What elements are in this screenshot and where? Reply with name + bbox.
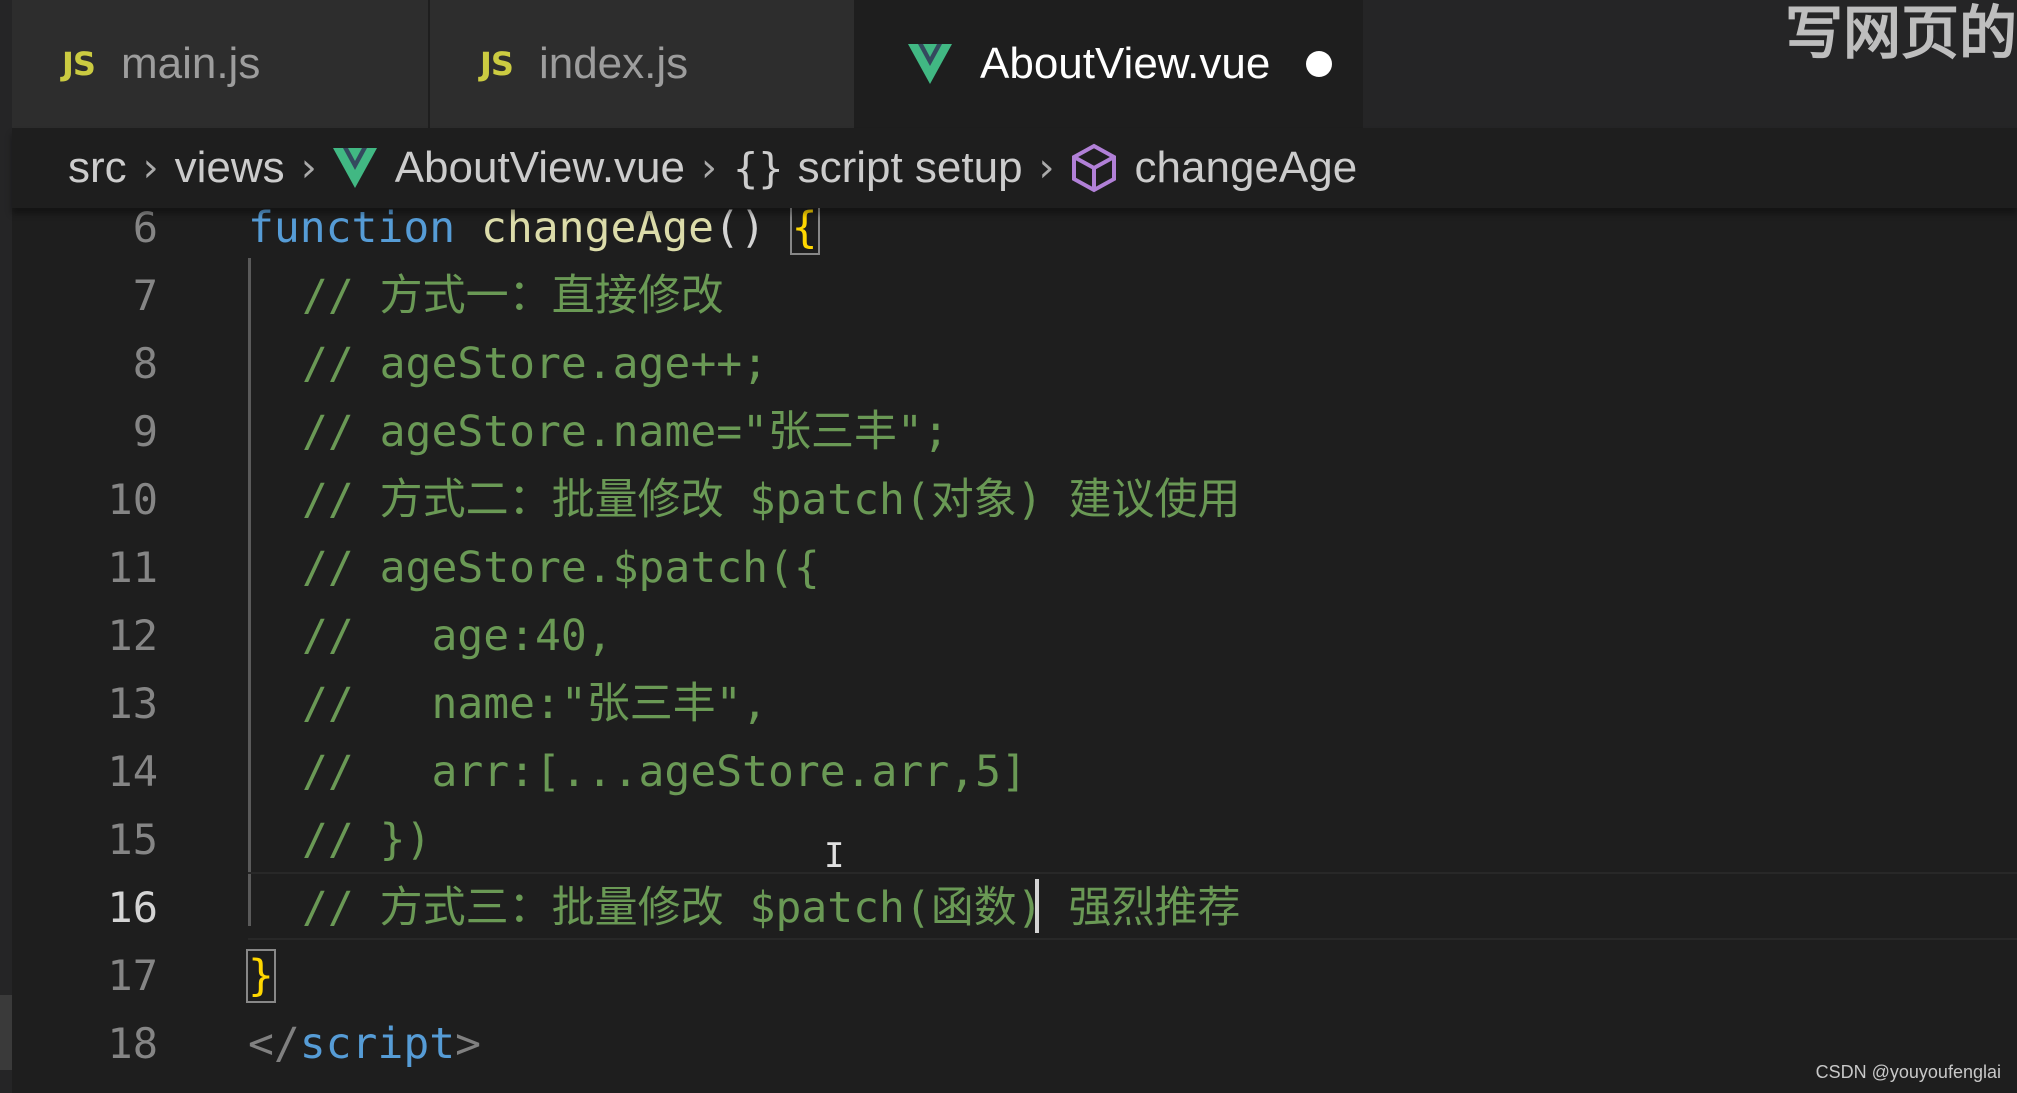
breadcrumb-item-changeage[interactable]: changeAge (1135, 143, 1358, 193)
line-number: 7 (132, 271, 158, 320)
code-line[interactable]: 7 // 方式一：直接修改 (12, 262, 2017, 330)
unsaved-dot-icon[interactable] (1306, 51, 1333, 77)
breadcrumb-item-views[interactable]: views (175, 143, 285, 193)
code-line[interactable]: 16 // 方式三：批量修改 $patch(函数) 强烈推荐 (12, 874, 2017, 942)
code-token: > (455, 1019, 482, 1069)
code-text: </script> (248, 1010, 481, 1078)
line-number: 9 (132, 407, 158, 456)
chevron-right-icon: › (142, 145, 159, 191)
code-line[interactable]: 12 // age:40, (12, 602, 2017, 670)
code-token: { (789, 208, 820, 255)
line-number: 10 (107, 475, 158, 524)
braces-icon: {} (732, 143, 784, 193)
line-number: 11 (107, 543, 158, 592)
code-line[interactable]: 18 </script> (12, 1010, 2017, 1078)
line-number: 8 (132, 339, 158, 388)
breadcrumb-item-script-setup[interactable]: script setup (798, 143, 1023, 193)
code-token: // 方式二：批量修改 $patch(对象) 建议使用 (302, 475, 1241, 525)
breadcrumb-item-src[interactable]: src (68, 143, 127, 193)
scroll-marker (0, 995, 12, 1070)
code-text: // age:40, (302, 602, 613, 670)
code-text: // ageStore.$patch({ (302, 534, 820, 602)
line-number: 12 (107, 611, 158, 660)
code-line[interactable]: 8 // ageStore.age++; (12, 330, 2017, 398)
tab-main-js[interactable]: JS main.js (12, 0, 430, 128)
vue-icon (908, 44, 952, 84)
breadcrumb-item-file[interactable]: AboutView.vue (395, 143, 685, 193)
code-text: // 方式一：直接修改 (302, 262, 724, 330)
chevron-right-icon: › (300, 145, 317, 191)
code-line[interactable]: 15 // }) (12, 806, 2017, 874)
line-number: 13 (107, 679, 158, 728)
code-text: // name:"张三丰", (302, 670, 768, 738)
tab-label: index.js (538, 39, 689, 88)
line-number: 18 (107, 1019, 158, 1068)
code-line[interactable]: 13 // name:"张三丰", (12, 670, 2017, 738)
code-text: // 方式三：批量修改 $patch(函数) 强烈推荐 (302, 874, 1241, 942)
code-token: // }) (302, 815, 432, 865)
mouse-ibeam-icon: I (824, 836, 845, 876)
chevron-right-icon: › (700, 145, 717, 191)
tab-index-js[interactable]: JS index.js (430, 0, 856, 128)
tab-bar: JS main.js JS index.js AboutView.vue 写网页… (12, 0, 2017, 128)
code-editor[interactable]: 6 function changeAge() {7// 方式一：直接修改 8// a… (12, 208, 2017, 1093)
method-cube-icon (1071, 143, 1116, 193)
tab-label: AboutView.vue (980, 39, 1271, 88)
code-token: script (299, 1019, 456, 1069)
code-line[interactable]: 11 // ageStore.$patch({ (12, 534, 2017, 602)
code-token: } (246, 949, 276, 1003)
code-token: </ (248, 1019, 300, 1069)
code-token: // arr:[...ageStore.arr,5] (302, 747, 1027, 797)
code-text: function changeAge() { (248, 208, 820, 262)
tab-label: main.js (120, 39, 261, 88)
credit-watermark: CSDN @youyoufenglai (1815, 1062, 2001, 1082)
code-token: // ageStore.name="张三丰"; (302, 407, 949, 457)
code-line[interactable]: 6 function changeAge() { (12, 208, 2017, 262)
code-text: } (246, 942, 276, 1010)
line-number: 17 (107, 951, 158, 1000)
code-text: // 方式二：批量修改 $patch(对象) 建议使用 (302, 466, 1241, 534)
code-token: // ageStore.$patch({ (302, 543, 820, 593)
code-token: function (248, 208, 456, 253)
code-token: () (714, 208, 792, 253)
code-token: // age:40, (302, 611, 613, 661)
line-number: 6 (132, 208, 158, 252)
code-text: // ageStore.name="张三丰"; (302, 398, 949, 466)
code-text: // arr:[...ageStore.arr,5] (302, 738, 1027, 806)
code-token: changeAge (481, 208, 714, 253)
code-line[interactable]: 14 // arr:[...ageStore.arr,5] (12, 738, 2017, 806)
code-token: // ageStore.age++; (302, 339, 768, 389)
text-cursor (1035, 879, 1039, 933)
code-token: // 方式一：直接修改 (302, 271, 724, 321)
code-line[interactable]: 17} (12, 942, 2017, 1010)
code-line[interactable]: 10 // 方式二：批量修改 $patch(对象) 建议使用 (12, 466, 2017, 534)
code-line[interactable]: 9 // ageStore.name="张三丰"; (12, 398, 2017, 466)
code-text: // ageStore.age++; (302, 330, 768, 398)
js-file-icon: JS (62, 45, 96, 83)
tab-aboutview-vue[interactable]: AboutView.vue (856, 0, 1363, 128)
line-number: 16 (107, 883, 158, 932)
breadcrumb: src › views › AboutView.vue › {} script … (12, 128, 2017, 208)
chevron-right-icon: › (1038, 145, 1055, 191)
activity-bar-edge (0, 0, 12, 1093)
vue-icon (332, 148, 377, 188)
code-token: // 方式三：批量修改 $patch(函数) 强烈推荐 (302, 883, 1241, 933)
line-number: 14 (107, 747, 158, 796)
code-token: // name:"张三丰", (302, 679, 768, 729)
line-number: 15 (107, 815, 158, 864)
code-text: // }) (302, 806, 431, 874)
js-file-icon: JS (480, 45, 514, 83)
video-watermark: 写网页的 (1784, 0, 2017, 67)
